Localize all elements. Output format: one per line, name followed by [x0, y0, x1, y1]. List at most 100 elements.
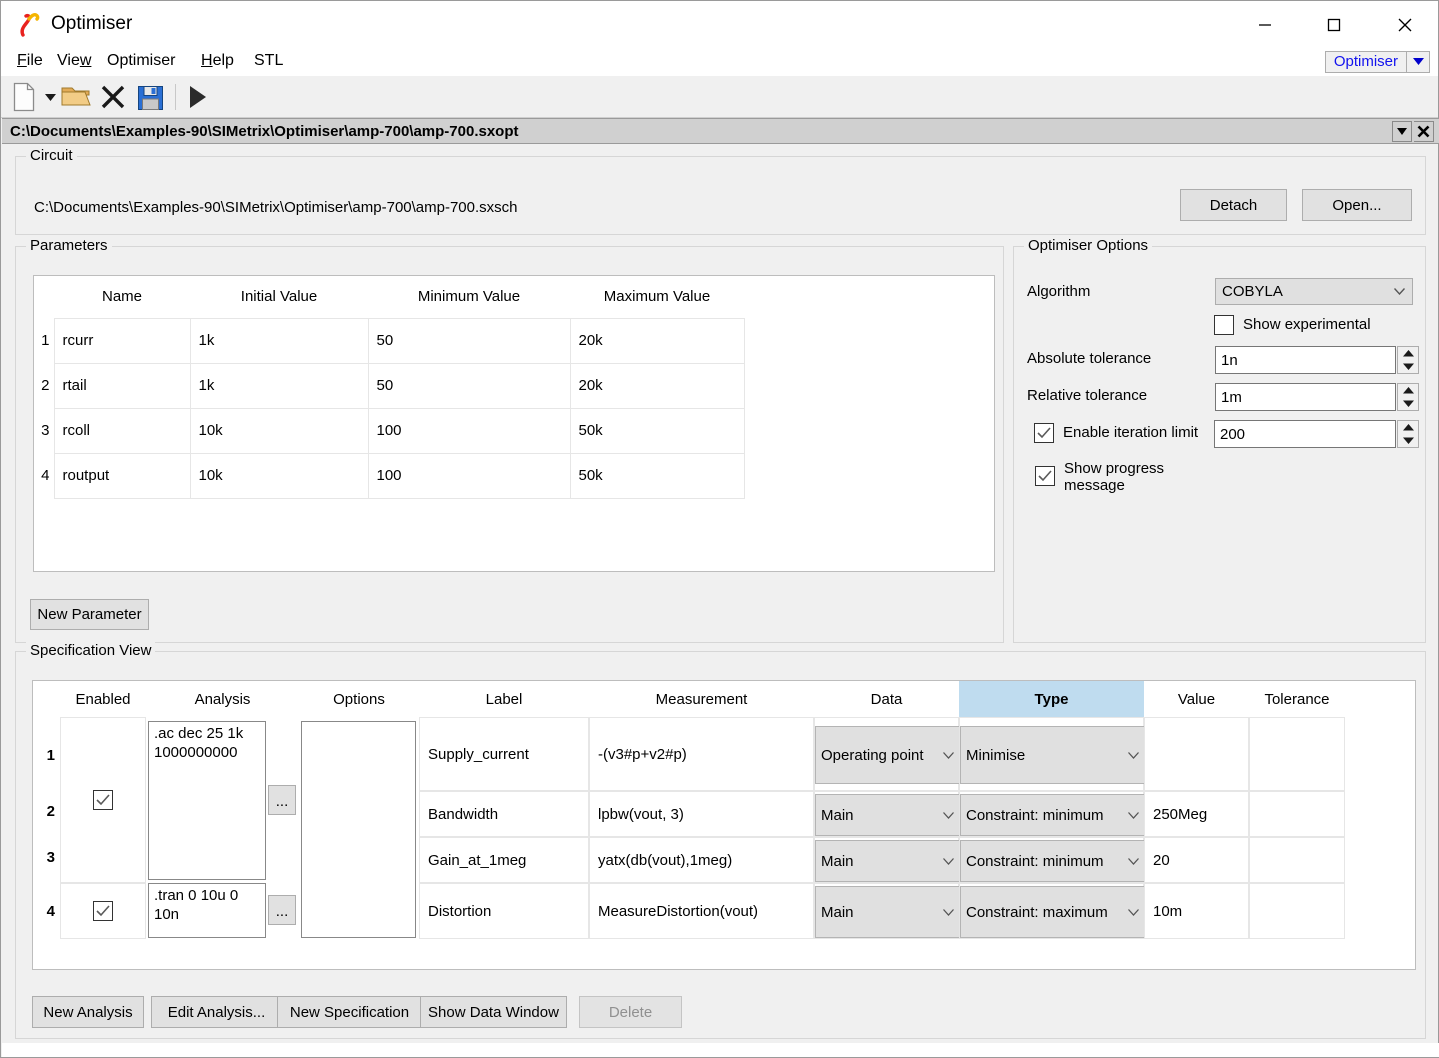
table-row[interactable]: 3 rcoll 10k 100 50k — [34, 408, 994, 453]
stepper-up-icon[interactable] — [1398, 347, 1418, 360]
chevron-down-icon[interactable] — [1407, 52, 1429, 72]
data-select-1[interactable]: Operating point — [815, 726, 960, 784]
cell-label-3[interactable]: Gain_at_1meg — [419, 837, 589, 883]
data-select-3[interactable]: Main — [815, 840, 960, 882]
save-icon[interactable] — [133, 79, 167, 115]
table-row[interactable]: 2 rtail 1k 50 20k — [34, 363, 994, 408]
menu-help[interactable]: Help — [193, 50, 242, 74]
cell-value-2[interactable]: 250Meg — [1144, 791, 1249, 837]
type-select-1[interactable]: Minimise — [960, 726, 1145, 784]
new-analysis-button[interactable]: New Analysis — [32, 996, 144, 1028]
stepper-up-icon[interactable] — [1398, 384, 1418, 397]
data-select-4[interactable]: Main — [815, 886, 960, 938]
cell-label-1[interactable]: Supply_current — [419, 717, 589, 791]
cell-label-4[interactable]: Distortion — [419, 883, 589, 939]
cell-measurement-1[interactable]: -(v3#p+v2#p) — [589, 717, 814, 791]
path-history-dropdown[interactable] — [1392, 121, 1412, 142]
cell-initial[interactable]: 1k — [190, 318, 368, 363]
cell-tolerance-1[interactable] — [1249, 717, 1345, 791]
cell-data-4[interactable]: Main — [814, 883, 959, 939]
new-file-dropdown-icon[interactable] — [41, 79, 59, 115]
type-select-2[interactable]: Constraint: minimum — [960, 794, 1145, 836]
cell-value-1[interactable] — [1144, 717, 1249, 791]
menu-stl[interactable]: STL — [246, 50, 291, 74]
cell-maximum[interactable]: 50k — [570, 408, 744, 453]
enable-iteration-limit-checkbox[interactable] — [1034, 423, 1054, 443]
cell-type-3[interactable]: Constraint: minimum — [959, 837, 1144, 883]
mode-badge[interactable]: Optimiser — [1325, 51, 1430, 73]
new-file-icon[interactable] — [9, 79, 39, 115]
cell-data-3[interactable]: Main — [814, 837, 959, 883]
stepper-up-icon[interactable] — [1398, 421, 1418, 434]
open-circuit-button[interactable]: Open... — [1302, 189, 1412, 221]
cell-minimum[interactable]: 50 — [368, 363, 570, 408]
data-select-2[interactable]: Main — [815, 794, 960, 836]
parameters-table[interactable]: Name Initial Value Minimum Value Maximum… — [33, 275, 995, 572]
show-progress-checkbox[interactable] — [1035, 466, 1055, 486]
cell-minimum[interactable]: 50 — [368, 318, 570, 363]
absolute-tolerance-input[interactable]: 1n — [1215, 346, 1396, 374]
show-experimental-checkbox[interactable] — [1214, 315, 1234, 335]
detach-button[interactable]: Detach — [1180, 189, 1287, 221]
show-experimental-row[interactable]: Show experimental — [1214, 315, 1371, 335]
absolute-tolerance-stepper[interactable] — [1397, 346, 1419, 374]
close-button[interactable] — [1382, 1, 1428, 48]
cell-measurement-4[interactable]: MeasureDistortion(vout) — [589, 883, 814, 939]
cell-tolerance-3[interactable] — [1249, 837, 1345, 883]
cell-value-3[interactable]: 20 — [1144, 837, 1249, 883]
analysis-textbox-2[interactable]: .tran 0 10u 0 10n — [148, 883, 266, 938]
relative-tolerance-input[interactable]: 1m — [1215, 383, 1396, 411]
algorithm-select[interactable]: COBYLA — [1215, 278, 1413, 305]
cell-name[interactable]: routput — [54, 453, 190, 498]
new-specification-button[interactable]: New Specification — [277, 996, 422, 1028]
cell-name[interactable]: rtail — [54, 363, 190, 408]
analysis-browse-button-2[interactable]: ... — [268, 895, 296, 925]
cell-data-1[interactable]: Operating point — [814, 717, 959, 791]
cell-measurement-3[interactable]: yatx(db(vout),1meg) — [589, 837, 814, 883]
show-progress-row[interactable]: Show progress message — [1035, 459, 1215, 495]
enabled-checkbox[interactable] — [93, 901, 113, 921]
cell-type-2[interactable]: Constraint: minimum — [959, 791, 1144, 837]
relative-tolerance-stepper[interactable] — [1397, 383, 1419, 411]
cell-maximum[interactable]: 20k — [570, 363, 744, 408]
stepper-down-icon[interactable] — [1398, 360, 1418, 373]
run-icon[interactable] — [183, 79, 213, 115]
edit-analysis-button[interactable]: Edit Analysis... — [151, 996, 282, 1028]
cell-type-4[interactable]: Constraint: maximum — [959, 883, 1144, 939]
open-folder-icon[interactable] — [59, 79, 93, 115]
enable-iteration-limit-row[interactable]: Enable iteration limit — [1034, 423, 1198, 443]
menu-optimiser[interactable]: Optimiser — [99, 50, 183, 74]
cell-measurement-2[interactable]: lpbw(vout, 3) — [589, 791, 814, 837]
type-select-4[interactable]: Constraint: maximum — [960, 886, 1145, 938]
table-row[interactable]: 1 rcurr 1k 50 20k — [34, 318, 994, 363]
maximize-button[interactable] — [1311, 1, 1357, 48]
analysis-textbox-1[interactable]: .ac dec 25 1k 1000000000 — [148, 721, 266, 880]
enabled-cell-group-1[interactable] — [60, 717, 146, 883]
analysis-browse-button-1[interactable]: ... — [268, 785, 296, 815]
cell-initial[interactable]: 10k — [190, 453, 368, 498]
cell-type-1[interactable]: Minimise — [959, 717, 1144, 791]
cell-initial[interactable]: 1k — [190, 363, 368, 408]
cell-data-2[interactable]: Main — [814, 791, 959, 837]
close-document-icon[interactable] — [97, 79, 129, 115]
cell-name[interactable]: rcoll — [54, 408, 190, 453]
iteration-limit-input[interactable]: 200 — [1214, 420, 1396, 448]
cell-value-4[interactable]: 10m — [1144, 883, 1249, 939]
type-select-3[interactable]: Constraint: minimum — [960, 840, 1145, 882]
cell-initial[interactable]: 10k — [190, 408, 368, 453]
cell-label-2[interactable]: Bandwidth — [419, 791, 589, 837]
cell-name[interactable]: rcurr — [54, 318, 190, 363]
enabled-cell-group-2[interactable] — [60, 883, 146, 939]
new-parameter-button[interactable]: New Parameter — [30, 599, 149, 630]
menu-file[interactable]: File — [9, 50, 51, 74]
cell-minimum[interactable]: 100 — [368, 453, 570, 498]
cell-tolerance-4[interactable] — [1249, 883, 1345, 939]
enabled-checkbox[interactable] — [93, 790, 113, 810]
iteration-limit-stepper[interactable] — [1397, 420, 1419, 448]
cell-maximum[interactable]: 20k — [570, 318, 744, 363]
table-row[interactable]: 4 routput 10k 100 50k — [34, 453, 994, 498]
cell-maximum[interactable]: 50k — [570, 453, 744, 498]
stepper-down-icon[interactable] — [1398, 434, 1418, 447]
stepper-down-icon[interactable] — [1398, 397, 1418, 410]
menu-view[interactable]: View — [49, 50, 99, 74]
